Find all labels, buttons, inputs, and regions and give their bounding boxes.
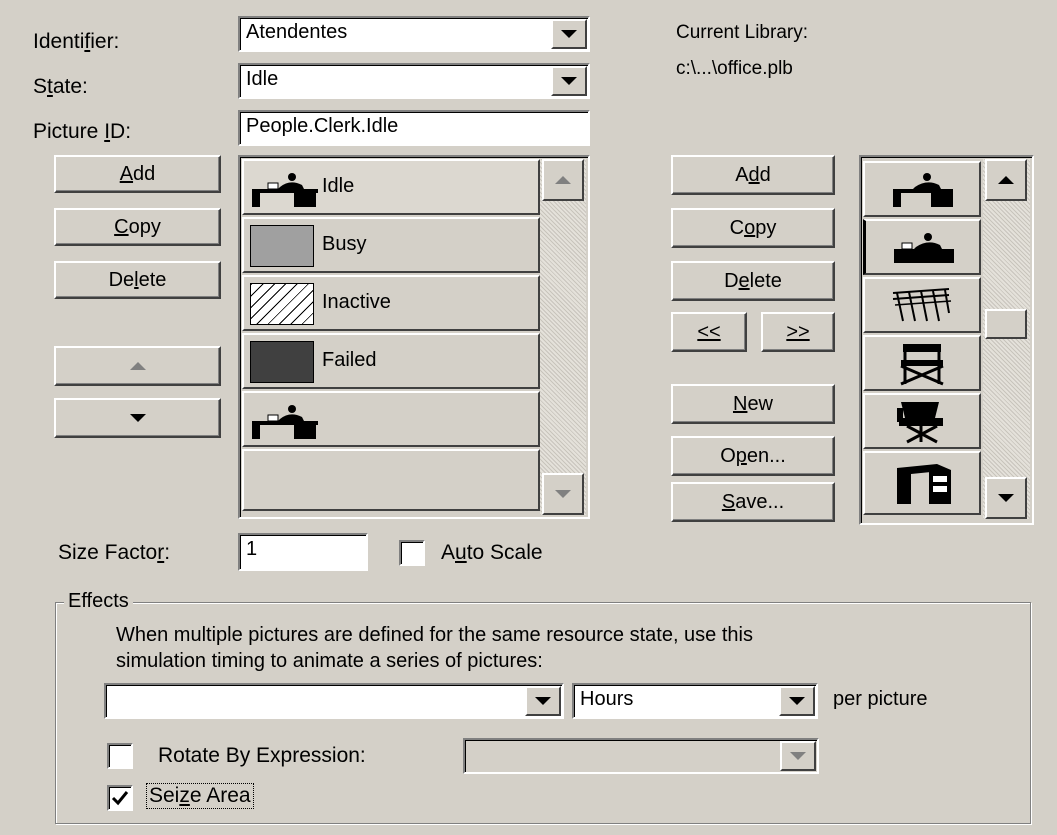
library-thumbnail-selected[interactable] xyxy=(863,219,981,275)
arrow-up-icon xyxy=(129,362,146,370)
picture-list-scrollbar[interactable] xyxy=(540,159,586,515)
list-item-label: Busy xyxy=(322,233,367,255)
library-save-button[interactable]: Save... xyxy=(671,482,835,522)
desk-clerk-icon xyxy=(252,405,318,439)
seize-area-checkbox[interactable] xyxy=(107,785,133,811)
current-library-label: Current Library: xyxy=(676,22,808,43)
library-thumbnail[interactable] xyxy=(863,277,981,333)
state-label: State: xyxy=(33,75,88,98)
rotate-by-expression-label: Rotate By Expression: xyxy=(158,744,366,767)
scroll-thumb[interactable] xyxy=(985,309,1027,339)
library-picture-list[interactable] xyxy=(859,155,1034,525)
next-button[interactable]: >> xyxy=(761,312,835,352)
busy-swatch xyxy=(250,225,314,267)
timing-combobox[interactable] xyxy=(104,683,564,719)
list-item[interactable]: Failed xyxy=(242,333,540,389)
picture-id-label: Picture ID: xyxy=(33,120,132,143)
auto-scale-checkbox[interactable] xyxy=(399,540,425,566)
picture-list[interactable]: Idle Busy Inactive Failed xyxy=(238,155,590,519)
chevron-down-icon xyxy=(561,77,577,85)
delete-picture-button[interactable]: De l ete xyxy=(54,261,221,299)
library-open-button[interactable]: Op en... xyxy=(671,436,835,476)
effects-description-line1: When multiple pictures are defined for t… xyxy=(116,624,753,646)
identifier-combobox[interactable]: Atendentes xyxy=(238,16,590,52)
seize-area-label: Seize Area xyxy=(146,783,254,809)
list-item-label: Idle xyxy=(322,175,355,197)
arrow-up-icon xyxy=(998,176,1014,184)
desk-icon xyxy=(897,464,951,504)
library-delete-button[interactable]: De lete xyxy=(671,261,835,301)
units-dropdown-button[interactable] xyxy=(779,686,815,716)
rotate-expression-combobox[interactable] xyxy=(463,738,819,774)
arrow-down-icon xyxy=(129,414,146,422)
library-new-button[interactable]: New xyxy=(671,384,835,424)
library-copy-button[interactable]: Co py xyxy=(671,208,835,248)
library-thumbnail[interactable] xyxy=(863,393,981,449)
list-item-label: Inactive xyxy=(322,291,391,313)
picture-id-value: People.Clerk.Idle xyxy=(246,115,399,137)
effects-description-line2: simulation timing to animate a series of… xyxy=(116,650,543,672)
library-path: c:\...\office.plb xyxy=(676,58,793,79)
desk-clerk-icon xyxy=(893,173,953,207)
library-scrollbar[interactable] xyxy=(983,159,1030,519)
copy-picture-button[interactable]: Copy xyxy=(54,208,221,246)
move-up-button[interactable] xyxy=(54,346,221,386)
picture-id-input[interactable]: People.Clerk.Idle xyxy=(238,110,590,146)
scroll-up-button[interactable] xyxy=(985,159,1027,201)
library-thumbnail[interactable] xyxy=(863,451,981,515)
inactive-hatch-swatch xyxy=(250,283,314,325)
identifier-value: Atendentes xyxy=(246,21,348,43)
size-factor-input[interactable]: 1 xyxy=(238,533,368,571)
chevron-down-icon xyxy=(790,752,806,760)
state-value: Idle xyxy=(246,68,279,90)
timing-dropdown-button[interactable] xyxy=(525,686,561,716)
units-combobox[interactable]: Hours xyxy=(572,683,818,719)
desk-clerk-icon xyxy=(893,233,954,263)
chevron-down-icon xyxy=(535,697,551,705)
list-item[interactable]: Inactive xyxy=(242,275,540,331)
state-combobox[interactable]: Idle xyxy=(238,63,590,99)
director-chair-icon xyxy=(900,344,944,386)
arrow-down-icon xyxy=(555,490,571,498)
desk-clerk-icon xyxy=(252,173,318,207)
state-dropdown-button[interactable] xyxy=(551,66,587,96)
library-thumbnail[interactable] xyxy=(863,335,981,391)
previous-button[interactable]: << xyxy=(671,312,747,352)
units-value: Hours xyxy=(580,688,634,710)
arrow-down-icon xyxy=(998,494,1014,502)
rotate-by-expression-checkbox[interactable] xyxy=(107,743,133,769)
chairs-row-icon xyxy=(892,288,952,322)
library-thumbnail[interactable] xyxy=(863,161,981,217)
list-item[interactable]: Busy xyxy=(242,217,540,273)
failed-swatch xyxy=(250,341,314,383)
chevron-down-icon xyxy=(789,697,805,705)
auto-scale-label: Auto Scale xyxy=(441,541,543,564)
per-picture-label: per picture xyxy=(833,688,928,710)
office-chair-icon xyxy=(897,402,943,444)
list-item[interactable] xyxy=(242,391,540,447)
arrow-up-icon xyxy=(555,176,571,184)
effects-title: Effects xyxy=(64,590,133,613)
size-factor-value: 1 xyxy=(246,538,258,560)
add-picture-button[interactable]: Add xyxy=(54,155,221,193)
move-down-button[interactable] xyxy=(54,398,221,438)
scroll-up-button[interactable] xyxy=(542,159,584,201)
list-item[interactable] xyxy=(242,449,540,511)
chevron-down-icon xyxy=(561,30,577,38)
identifier-label: Identifier: xyxy=(33,30,120,53)
identifier-dropdown-button[interactable] xyxy=(551,19,587,49)
list-item-label: Failed xyxy=(322,349,377,371)
scroll-down-button[interactable] xyxy=(985,477,1027,519)
library-add-button[interactable]: Add xyxy=(671,155,835,195)
list-item[interactable]: Idle xyxy=(242,159,540,215)
checkmark-icon xyxy=(111,791,129,806)
rotate-dropdown-button[interactable] xyxy=(780,741,816,771)
size-factor-label: Size Factor: xyxy=(58,541,171,564)
scroll-down-button[interactable] xyxy=(542,473,584,515)
